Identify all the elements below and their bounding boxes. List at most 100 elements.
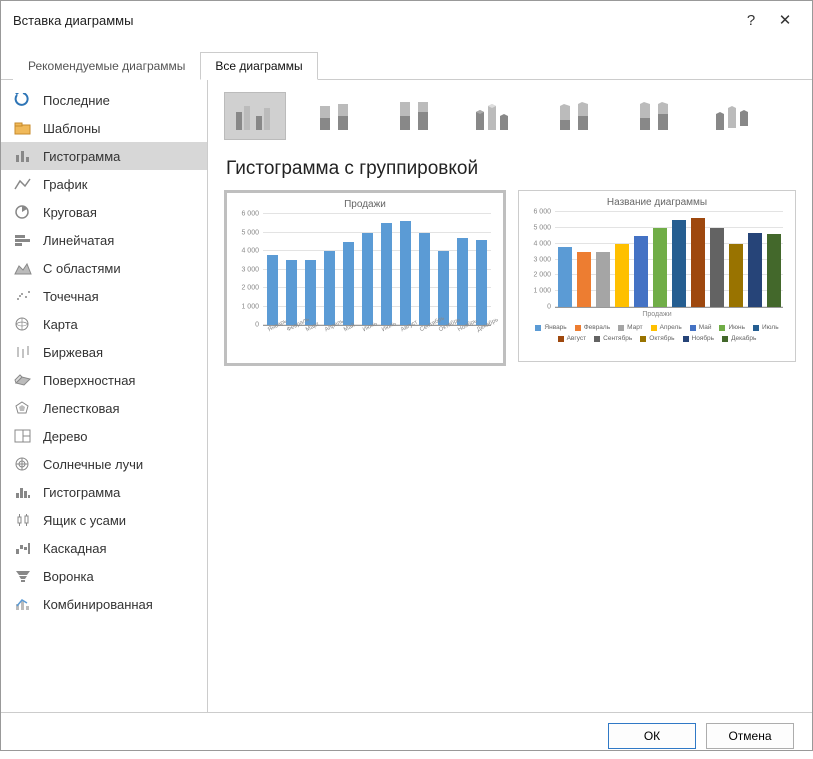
- ok-button[interactable]: ОК: [608, 723, 696, 749]
- subtype-stacked3d[interactable]: [544, 92, 606, 140]
- bar: [710, 228, 724, 307]
- category-histogram[interactable]: Гистограмма: [1, 478, 207, 506]
- ytick: 1 000: [525, 288, 551, 295]
- ytick: 4 000: [233, 248, 259, 255]
- ytick: 3 000: [233, 266, 259, 273]
- bar: [767, 234, 781, 307]
- category-label: Гистограмма: [43, 485, 120, 500]
- category-map[interactable]: Карта: [1, 310, 207, 338]
- category-area[interactable]: С областями: [1, 254, 207, 282]
- radar-icon: [13, 400, 33, 416]
- subtype-stacked[interactable]: [304, 92, 366, 140]
- preview2-title: Название диаграммы: [527, 197, 787, 208]
- funnel-icon: [13, 568, 33, 584]
- category-templates[interactable]: Шаблоны: [1, 114, 207, 142]
- category-sunburst[interactable]: Солнечные лучи: [1, 450, 207, 478]
- category-surface[interactable]: Поверхностная: [1, 366, 207, 394]
- ytick: 4 000: [525, 240, 551, 247]
- tab-all[interactable]: Все диаграммы: [200, 52, 317, 80]
- category-label: Точечная: [43, 289, 99, 304]
- hbars-icon: [13, 232, 33, 248]
- line-icon: [13, 176, 33, 192]
- category-bar[interactable]: Линейчатая: [1, 226, 207, 254]
- category-treemap[interactable]: Дерево: [1, 422, 207, 450]
- legend-item: Июнь: [719, 324, 745, 331]
- subtype-stacked1003d[interactable]: [624, 92, 686, 140]
- legend-item: Январь: [535, 324, 566, 331]
- subtype-column3d[interactable]: [704, 92, 766, 140]
- preview1-title: Продажи: [235, 199, 495, 210]
- preview-chart-2[interactable]: Название диаграммы 01 0002 0003 0004 000…: [518, 190, 796, 362]
- treemap-icon: [13, 428, 33, 444]
- subtype-title: Гистограмма с группировкой: [226, 158, 796, 180]
- histogram-icon: [13, 484, 33, 500]
- bar: [438, 251, 449, 325]
- category-label: Ящик с усами: [43, 513, 126, 528]
- surface-icon: [13, 372, 33, 388]
- category-label: Солнечные лучи: [43, 457, 143, 472]
- ytick: 5 000: [233, 229, 259, 236]
- ytick: 0: [525, 304, 551, 311]
- category-label: Гистограмма: [43, 149, 120, 164]
- category-label: График: [43, 177, 87, 192]
- scatter-icon: [13, 288, 33, 304]
- tab-recommended[interactable]: Рекомендуемые диаграммы: [13, 52, 200, 80]
- bar: [381, 223, 392, 325]
- help-button[interactable]: ?: [734, 12, 768, 29]
- category-pie[interactable]: Круговая: [1, 198, 207, 226]
- legend-item: Ноябрь: [683, 335, 715, 342]
- area-icon: [13, 260, 33, 276]
- bar: [577, 252, 591, 307]
- bar: [267, 255, 278, 325]
- recent-icon: [13, 92, 33, 108]
- legend-item: Июль: [753, 324, 779, 331]
- category-stock[interactable]: Биржевая: [1, 338, 207, 366]
- category-funnel[interactable]: Воронка: [1, 562, 207, 590]
- category-sidebar: Последние Шаблоны Гистограмма График Кругова…: [1, 80, 208, 712]
- category-label: Линейчатая: [43, 233, 114, 248]
- category-label: Каскадная: [43, 541, 107, 556]
- dialog-title: Вставка диаграммы: [13, 13, 734, 28]
- category-label: Шаблоны: [43, 121, 101, 136]
- ytick: 6 000: [525, 209, 551, 216]
- category-box[interactable]: Ящик с усами: [1, 506, 207, 534]
- subtype-stacked100[interactable]: [384, 92, 446, 140]
- category-label: Карта: [43, 317, 78, 332]
- legend-item: Сентябрь: [594, 335, 632, 342]
- bar: [343, 242, 354, 325]
- subtype-row: [224, 92, 796, 140]
- category-column[interactable]: Гистограмма: [1, 142, 207, 170]
- bar: [596, 252, 610, 307]
- close-button[interactable]: ✕: [768, 11, 802, 29]
- ytick: 0: [233, 322, 259, 329]
- legend-item: Октябрь: [640, 335, 674, 342]
- bar: [691, 218, 705, 307]
- legend-item: Май: [690, 324, 712, 331]
- category-label: Поверхностная: [43, 373, 135, 388]
- stock-icon: [13, 344, 33, 360]
- legend-item: Апрель: [651, 324, 682, 331]
- legend-item: Декабрь: [722, 335, 756, 342]
- waterfall-icon: [13, 540, 33, 556]
- category-combo[interactable]: Комбинированная: [1, 590, 207, 618]
- map-icon: [13, 316, 33, 332]
- bar: [615, 244, 629, 307]
- combo-icon: [13, 596, 33, 612]
- category-label: Круговая: [43, 205, 97, 220]
- category-line[interactable]: График: [1, 170, 207, 198]
- preview-chart-1[interactable]: Продажи 01 0002 0003 0004 0005 0006 000 …: [224, 190, 506, 366]
- subtype-clustered3d[interactable]: [464, 92, 526, 140]
- legend-item: Март: [618, 324, 643, 331]
- category-scatter[interactable]: Точечная: [1, 282, 207, 310]
- folder-icon: [13, 120, 33, 136]
- tab-strip: Рекомендуемые диаграммы Все диаграммы: [1, 35, 812, 80]
- ytick: 2 000: [233, 285, 259, 292]
- category-radar[interactable]: Лепестковая: [1, 394, 207, 422]
- bar: [634, 236, 648, 307]
- subtype-clustered[interactable]: [224, 92, 286, 140]
- category-recent[interactable]: Последние: [1, 86, 207, 114]
- cancel-button[interactable]: Отмена: [706, 723, 794, 749]
- bar: [558, 247, 572, 307]
- category-waterfall[interactable]: Каскадная: [1, 534, 207, 562]
- category-label: Лепестковая: [43, 401, 120, 416]
